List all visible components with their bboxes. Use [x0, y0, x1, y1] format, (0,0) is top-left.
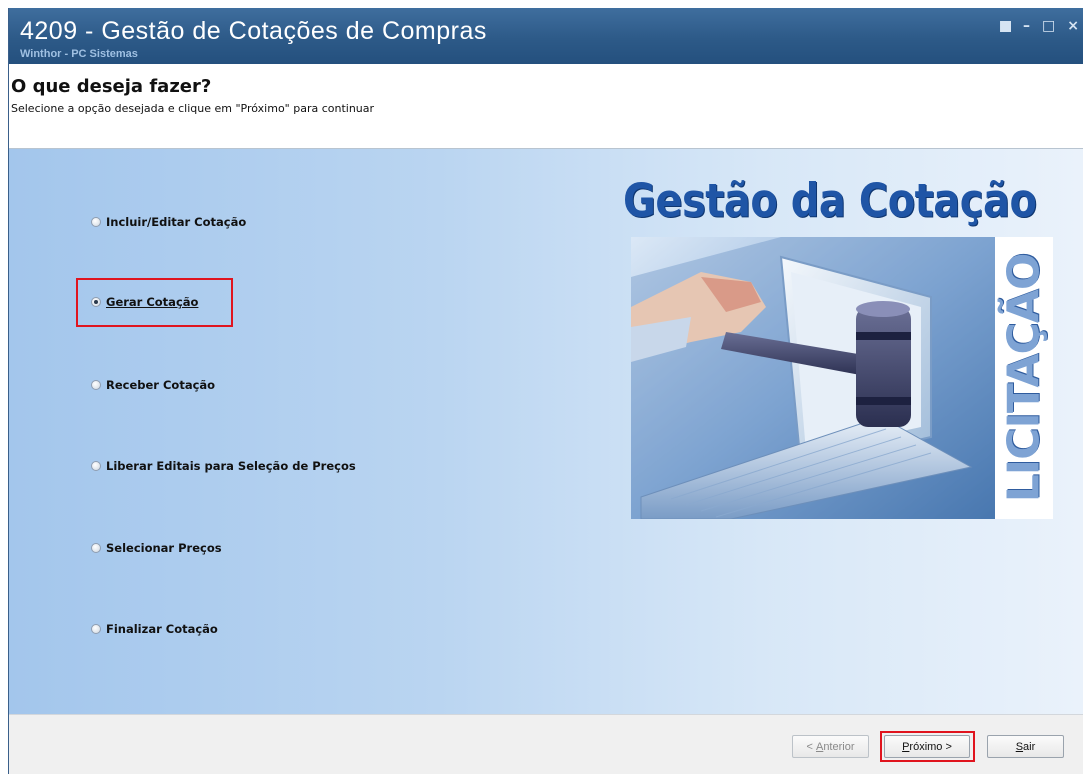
maximize-icon[interactable]: □ — [1042, 18, 1055, 34]
gavel-keyboard-illustration — [631, 237, 996, 519]
proximo-highlight-box — [880, 731, 975, 762]
minimize-icon[interactable]: – — [1023, 18, 1030, 34]
option-receber-cotacao[interactable]: Receber Cotação — [91, 378, 215, 392]
window-controls: – □ × — [1000, 18, 1079, 34]
radio-button[interactable] — [91, 380, 101, 390]
artwork-side-banner: LICITAÇÃO — [995, 237, 1053, 519]
option-liberar-editais[interactable]: Liberar Editais para Seleção de Preços — [91, 459, 356, 473]
window-title: 4209 - Gestão de Cotações de Compras — [20, 17, 487, 45]
wizard-footer: < Anterior Próximo > Sair — [9, 714, 1083, 774]
option-finalizar-cotacao[interactable]: Finalizar Cotação — [91, 622, 218, 636]
anterior-label: nterior — [823, 740, 855, 753]
option-selecionar-precos[interactable]: Selecionar Preços — [91, 541, 222, 555]
artwork-side-text: LICITAÇÃO — [998, 253, 1050, 503]
option-label: Receber Cotação — [106, 378, 216, 392]
option-label: Incluir/Editar Cotação — [106, 215, 247, 229]
wizard-content: Incluir/Editar Cotação Gerar Cotação Rec… — [9, 149, 1083, 714]
title-bar[interactable]: 4209 - Gestão de Cotações de Compras Win… — [9, 8, 1083, 64]
radio-button[interactable] — [91, 217, 101, 227]
page-title: O que deseja fazer? — [11, 76, 212, 97]
selection-highlight-box — [76, 278, 233, 327]
restore-icon[interactable] — [1000, 21, 1012, 32]
option-label: Liberar Editais para Seleção de Preços — [106, 459, 356, 473]
sair-button[interactable]: Sair — [987, 735, 1064, 758]
option-label: Selecionar Preços — [106, 541, 222, 555]
wizard-header: O que deseja fazer? Selecione a opção de… — [9, 64, 1083, 149]
app-window: 4209 - Gestão de Cotações de Compras Win… — [8, 8, 1083, 774]
anterior-button[interactable]: < Anterior — [792, 735, 869, 758]
window-subtitle: Winthor - PC Sistemas — [20, 48, 138, 60]
anterior-accel: A — [815, 740, 824, 753]
sair-label: air — [1023, 740, 1036, 753]
radio-button[interactable] — [91, 543, 101, 553]
page-subtitle: Selecione a opção desejada e clique em "… — [11, 102, 375, 115]
close-icon[interactable]: × — [1067, 18, 1079, 34]
anterior-prefix: < — [806, 740, 816, 753]
option-label: Finalizar Cotação — [106, 622, 218, 636]
sair-accel: S — [1015, 740, 1024, 753]
radio-button[interactable] — [91, 461, 101, 471]
option-incluir-editar-cotacao[interactable]: Incluir/Editar Cotação — [91, 215, 246, 229]
artwork-title: Gestão da Cotação — [623, 175, 1037, 228]
radio-button[interactable] — [91, 624, 101, 634]
